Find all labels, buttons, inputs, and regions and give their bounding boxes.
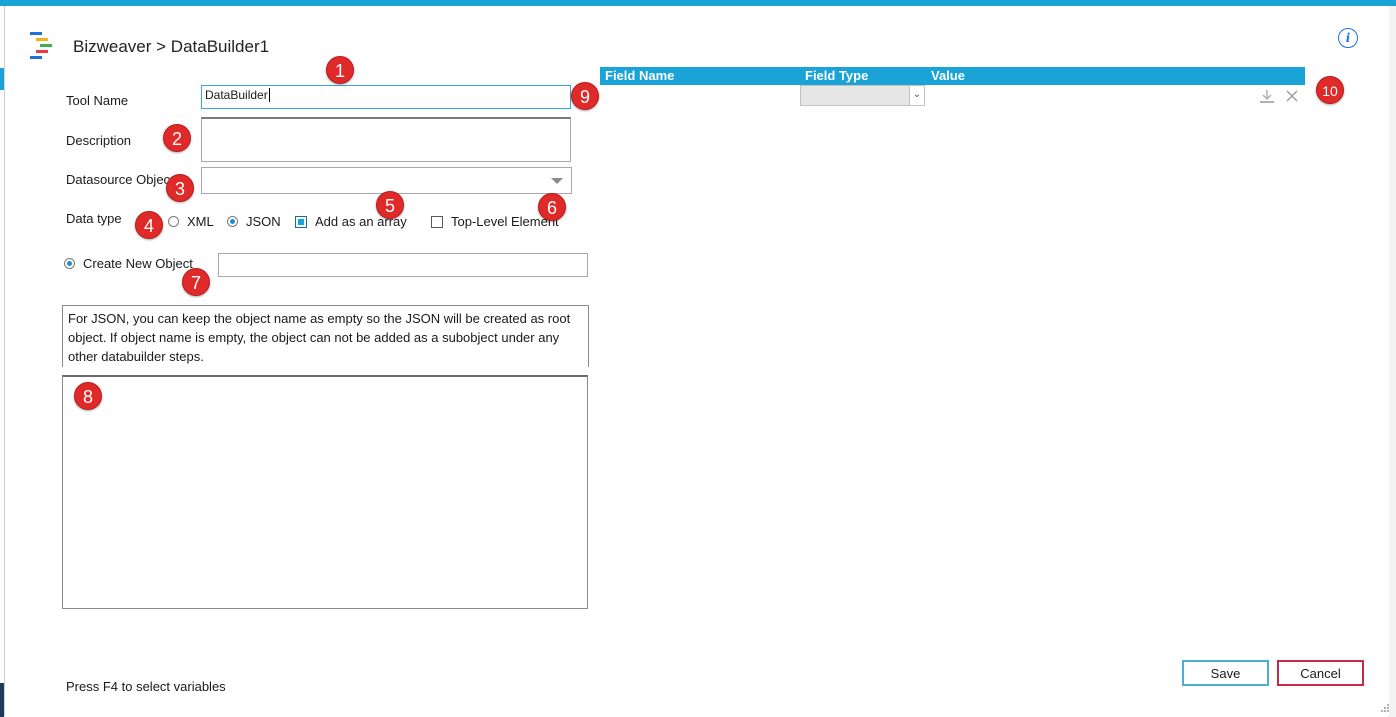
column-field-type[interactable]: Field Type [805,68,868,83]
close-icon[interactable] [1286,90,1298,102]
info-icon[interactable]: i [1338,28,1358,48]
description-label: Description [66,133,132,148]
tool-name-label: Tool Name [66,93,129,108]
cancel-button[interactable]: Cancel [1277,660,1364,686]
tool-name-input[interactable]: DataBuilder [201,85,571,109]
datasource-label: Datasource Objec [66,172,171,187]
callout-badge: 6 [538,193,566,221]
tool-name-value: DataBuilder [205,88,268,102]
callout-badge: 10 [1316,76,1344,104]
xml-radio-label: XML [187,214,214,229]
resize-grip-icon[interactable] [1380,703,1390,713]
chevron-down-icon [551,178,563,184]
window-scroll-edge [1388,6,1396,717]
create-new-object-radio[interactable] [64,258,75,269]
callout-badge: 5 [376,191,404,219]
callout-badge: 3 [166,174,194,202]
save-button[interactable]: Save [1182,660,1269,686]
column-value[interactable]: Value [931,68,965,83]
text-caret [268,88,270,102]
field-type-dropdown[interactable]: ⌄ [800,85,925,106]
callout-badge: 9 [571,82,599,110]
top-level-element-checkbox[interactable] [431,216,443,228]
object-fields-panel[interactable] [62,375,588,609]
datasource-dropdown[interactable] [201,167,572,194]
callout-badge: 7 [182,268,210,296]
xml-radio[interactable] [168,216,179,227]
data-type-label: Data type [66,211,122,226]
f4-hint: Press F4 to select variables [66,679,226,694]
fields-grid-header: Field Name Field Type Value [600,67,1305,85]
object-name-input[interactable] [218,253,588,277]
description-textarea[interactable] [201,117,571,162]
json-radio-label: JSON [246,214,281,229]
callout-badge: 2 [163,124,191,152]
callout-badge: 4 [135,211,163,239]
json-radio[interactable] [227,216,238,227]
add-as-array-checkbox[interactable] [295,216,307,228]
import-icon[interactable] [1259,89,1275,105]
callout-badge: 1 [326,56,354,84]
create-new-object-label: Create New Object [83,256,193,271]
column-field-name[interactable]: Field Name [605,68,674,83]
chevron-down-icon[interactable]: ⌄ [909,86,924,105]
bizweaver-logo-icon [30,32,52,59]
callout-badge: 8 [74,382,102,410]
dialog-title: Bizweaver > DataBuilder1 [73,37,270,56]
json-help-note: For JSON, you can keep the object name a… [62,305,589,367]
